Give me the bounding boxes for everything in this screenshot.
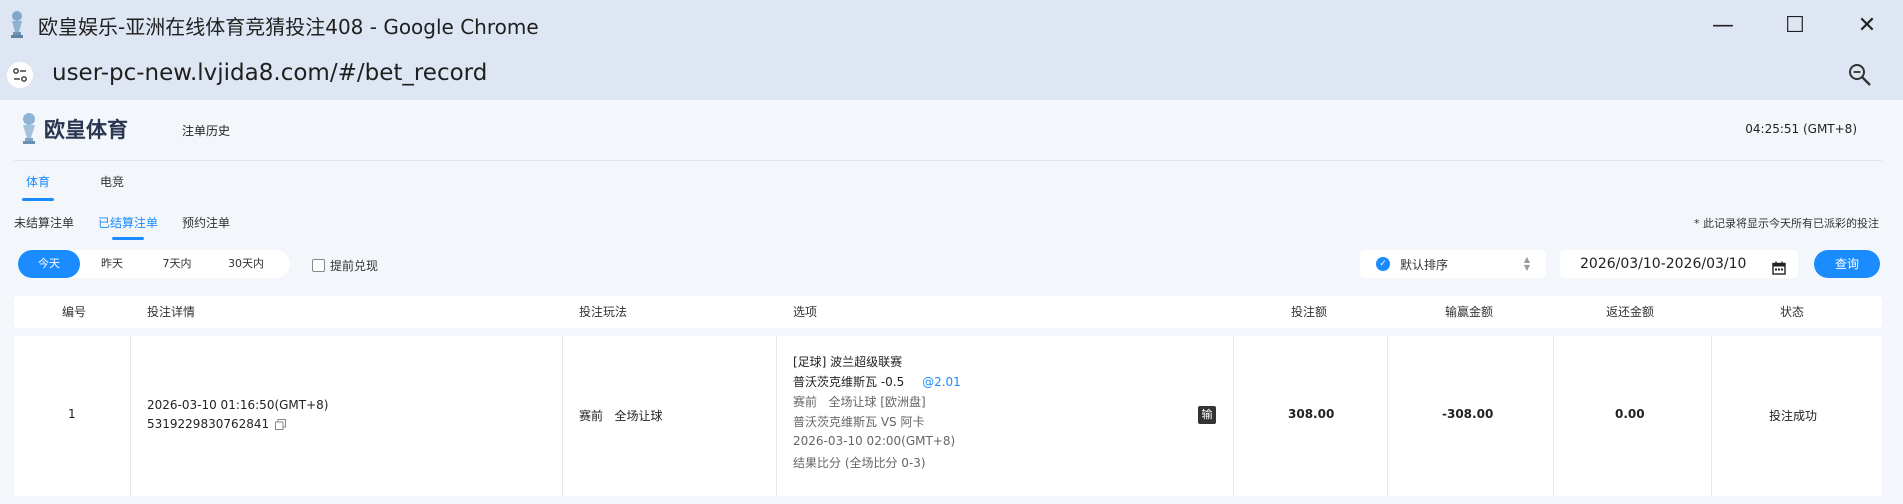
header-id: 编号 [62,305,87,319]
table-row: 1 2026-03-10 01:16:50(GMT+8) 53192298307… [14,336,1882,496]
sort-label: 默认排序 [1400,257,1449,272]
row-order-no-wrap: 5319229830762841 [147,417,287,431]
header-stake: 投注额 [1291,305,1328,319]
page-title: 注单历史 [182,124,231,138]
check-icon: ✓ [1376,257,1390,271]
date-range-picker[interactable]: 2026/03/10-2026/03/10 [1560,250,1798,278]
page: 欧皇体育 注单历史 04:25:51 (GMT+8) 体育 电竞 未结算注单 已… [0,100,1903,504]
url-text[interactable]: user-pc-new.lvjida8.com/#/bet_record [52,60,487,86]
filter-row: 今天 昨天 7天内 30天内 提前兑现 ✓ 默认排序 ▲ ▼ 2026/03/10… [0,248,1903,284]
row-odds: @2.01 [922,375,961,389]
query-button[interactable]: 查询 [1814,250,1880,278]
sort-select[interactable]: ✓ 默认排序 ▲ ▼ [1360,250,1546,278]
tab-settled[interactable]: 已结算注单 [98,213,158,240]
row-kickoff: 2026-03-10 02:00(GMT+8) [793,434,956,448]
header-winloss: 输赢金额 [1445,305,1494,319]
result-badge: 输 [1198,406,1216,424]
range-yesterday-button[interactable]: 昨天 [80,250,144,278]
tab-reserved[interactable]: 预约注单 [182,213,230,239]
row-bet-time: 2026-03-10 01:16:50(GMT+8) [147,398,329,412]
early-cashout-toggle[interactable]: 提前兑现 [312,257,378,274]
row-score: 结果比分 (全场比分 0-3) [793,456,926,470]
site-logo[interactable]: 欧皇体育 [18,112,128,146]
browser-title-bar: 欧皇娱乐-亚洲在线体育竞猜投注408 - Google Chrome — ☐ ✕ [0,0,1903,50]
row-stake: 308.00 [1288,407,1335,421]
date-range-value: 2026/03/10-2026/03/10 [1580,256,1747,272]
table-header: 编号 投注详情 投注玩法 选项 投注额 输赢金额 返还金额 状态 [14,296,1882,328]
logo-trophy-icon [23,113,35,144]
site-header: 欧皇体育 注单历史 04:25:51 (GMT+8) [0,100,1903,160]
header-status: 状态 [1780,305,1805,319]
zoom-icon[interactable] [1847,62,1873,88]
minimize-button[interactable]: — [1687,0,1759,50]
tab-unsettled[interactable]: 未结算注单 [14,213,74,239]
window-title: 欧皇娱乐-亚洲在线体育竞猜投注408 - Google Chrome [38,14,539,39]
range-30days-button[interactable]: 30天内 [210,250,282,278]
settled-notice: * 此记录将显示今天所有已派彩的投注 [1694,217,1879,230]
row-status: 投注成功 [1769,409,1818,423]
trophy-icon [6,10,28,40]
date-range-toggle: 今天 昨天 7天内 30天内 [18,250,290,278]
maximize-button[interactable]: ☐ [1759,0,1831,50]
site-settings-icon[interactable] [7,62,33,88]
row-refund: 0.00 [1615,407,1645,421]
row-market: 赛前 全场让球 [欧洲盘] [793,395,926,409]
header-refund: 返还金额 [1606,305,1655,319]
row-winloss: -308.00 [1442,407,1494,421]
header-detail: 投注详情 [147,305,196,319]
early-cashout-label: 提前兑现 [330,259,379,273]
logo-text: 欧皇体育 [44,118,128,142]
row-match: 普沃茨克维斯瓦 VS 阿卡 [793,415,925,429]
copy-icon[interactable] [275,419,287,430]
game-type-tabs: 体育 电竞 [14,172,162,202]
server-clock: 04:25:51 (GMT+8) [1745,122,1857,136]
close-button[interactable]: ✕ [1831,0,1903,50]
early-cashout-checkbox[interactable] [312,259,325,272]
row-selection-wrap: 普沃茨克维斯瓦 -0.5 @2.01 [793,373,961,390]
row-play: 赛前 全场让球 [579,409,663,423]
range-today-button[interactable]: 今天 [18,250,80,278]
tab-sports[interactable]: 体育 [14,172,62,202]
range-7days-button[interactable]: 7天内 [144,250,210,278]
row-order-no: 5319229830762841 [147,417,270,431]
bet-status-tabs: 未结算注单 已结算注单 预约注单 [14,213,254,240]
header-play: 投注玩法 [579,305,628,319]
tab-esports[interactable]: 电竞 [88,172,136,202]
row-league: [足球] 波兰超级联赛 [793,355,903,369]
sort-arrows-icon: ▲ ▼ [1523,255,1530,272]
row-id: 1 [68,407,76,421]
header-divider [14,160,1882,161]
address-bar: user-pc-new.lvjida8.com/#/bet_record [0,50,1903,100]
row-selection: 普沃茨克维斯瓦 -0.5 [793,375,905,389]
calendar-icon [1772,257,1786,275]
header-option: 选项 [793,305,818,319]
